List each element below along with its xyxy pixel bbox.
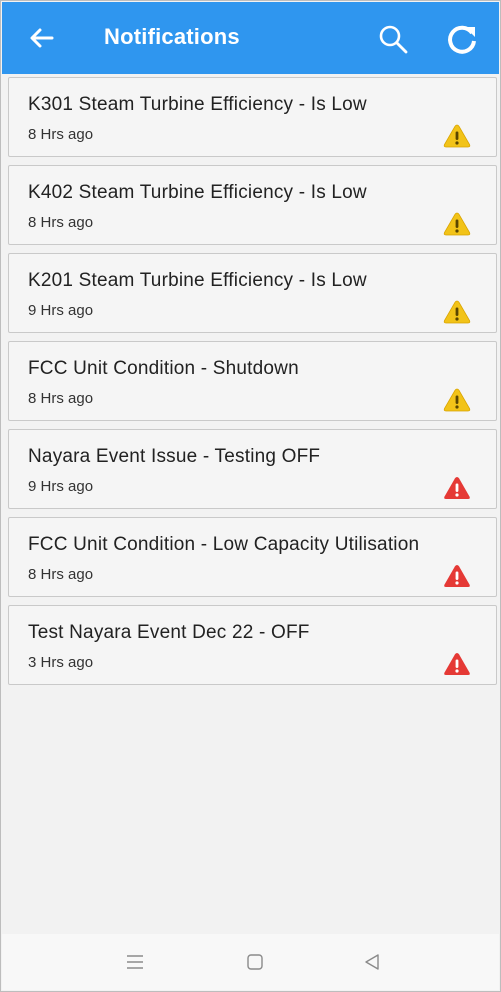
notification-time: 8 Hrs ago [28, 566, 94, 583]
critical-alert-icon [444, 477, 470, 499]
page-title: Notifications [104, 24, 240, 49]
triangle-back-icon[interactable] [360, 950, 384, 974]
notification-title: K301 Steam Turbine Efficiency - Is Low [28, 94, 367, 115]
warning-alert-icon [443, 388, 471, 412]
app-bar: Notifications [2, 2, 499, 74]
square-home-icon[interactable] [243, 950, 267, 974]
phone-screen: Notifications K301 Steam Turbine Efficie… [0, 0, 501, 992]
notification-card[interactable]: K201 Steam Turbine Efficiency - Is Low 9 … [8, 253, 497, 333]
system-nav-bar [2, 934, 499, 990]
notification-time: 8 Hrs ago [28, 214, 94, 231]
notification-title: Test Nayara Event Dec 22 - OFF [28, 622, 310, 643]
notification-time: 8 Hrs ago [28, 126, 94, 143]
warning-alert-icon [443, 124, 471, 148]
notification-list: K301 Steam Turbine Efficiency - Is Low 8 … [8, 77, 497, 693]
notification-card[interactable]: FCC Unit Condition - Shutdown 8 Hrs ago [8, 341, 497, 421]
refresh-icon[interactable] [444, 21, 480, 57]
notification-time: 8 Hrs ago [28, 390, 94, 407]
notification-title: K201 Steam Turbine Efficiency - Is Low [28, 270, 367, 291]
notification-time: 9 Hrs ago [28, 302, 94, 319]
search-icon[interactable] [376, 22, 410, 56]
warning-alert-icon [443, 300, 471, 324]
menu-lines-icon[interactable] [123, 950, 147, 974]
notification-title: FCC Unit Condition - Low Capacity Utilis… [28, 534, 420, 555]
notification-card[interactable]: K402 Steam Turbine Efficiency - Is Low 8 … [8, 165, 497, 245]
warning-alert-icon [443, 212, 471, 236]
notification-time: 3 Hrs ago [28, 654, 94, 671]
arrow-left-icon[interactable] [26, 22, 58, 54]
notification-title: Nayara Event Issue - Testing OFF [28, 446, 321, 467]
notification-card[interactable]: FCC Unit Condition - Low Capacity Utilis… [8, 517, 497, 597]
critical-alert-icon [444, 565, 470, 587]
notification-time: 9 Hrs ago [28, 478, 94, 495]
notification-title: FCC Unit Condition - Shutdown [28, 358, 299, 379]
notification-card[interactable]: K301 Steam Turbine Efficiency - Is Low 8 … [8, 77, 497, 157]
notification-card[interactable]: Nayara Event Issue - Testing OFF 9 Hrs ag… [8, 429, 497, 509]
notification-title: K402 Steam Turbine Efficiency - Is Low [28, 182, 367, 203]
critical-alert-icon [444, 653, 470, 675]
notification-card[interactable]: Test Nayara Event Dec 22 - OFF 3 Hrs ago [8, 605, 497, 685]
